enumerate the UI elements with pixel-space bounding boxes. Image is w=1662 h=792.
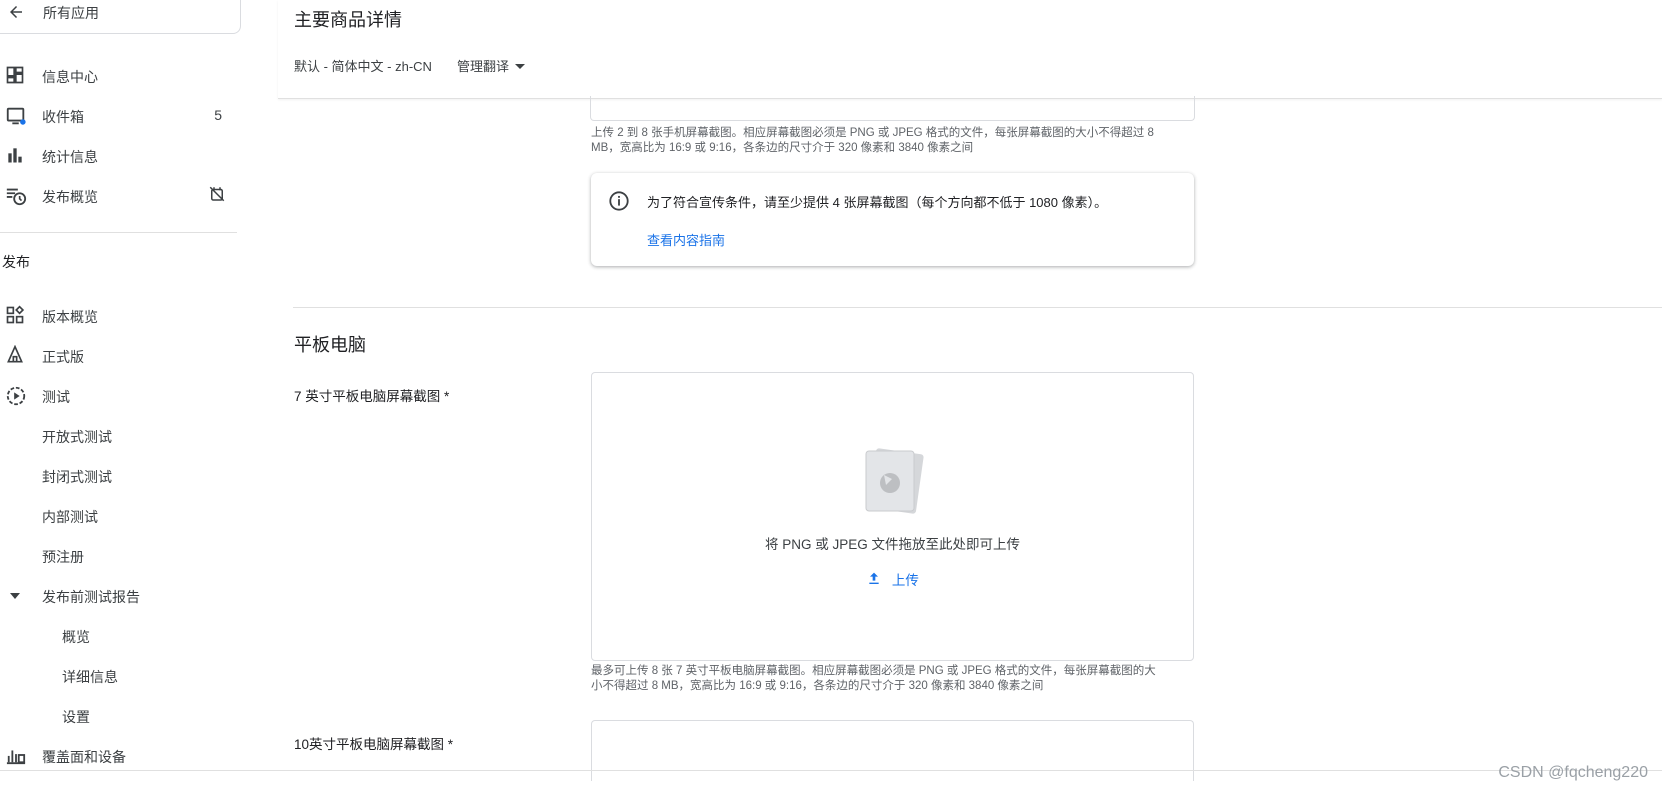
sidebar-item-pre-registration[interactable]: 预注册: [0, 537, 240, 573]
widgets-icon: [5, 305, 25, 325]
sidebar-item-label: 内部测试: [42, 509, 98, 525]
tablet-helper-line-1: 最多可上传 8 张 7 英寸平板电脑屏幕截图。相应屏幕截图必须是 PNG 或 J…: [591, 665, 1156, 677]
sidebar-item-label: 覆盖面和设备: [42, 749, 126, 765]
page-title: 主要商品详情: [294, 10, 402, 30]
sidebar-item-label: 发布概览: [42, 189, 98, 205]
sidebar-item-label: 预注册: [42, 549, 84, 565]
sidebar-item-release-overview[interactable]: 版本概览: [0, 297, 240, 333]
watermark: CSDN @fqcheng220: [1498, 764, 1648, 781]
sidebar-item-label: 发布前测试报告: [42, 589, 140, 605]
sidebar-item-label: 概览: [62, 629, 90, 645]
manage-translation-button[interactable]: 管理翻译: [457, 56, 526, 75]
viewport-bottom-border: [0, 770, 1662, 771]
reach-devices-icon: [5, 745, 26, 765]
sidebar-item-report-overview[interactable]: 概览: [0, 617, 240, 653]
content-guidelines-link[interactable]: 查看内容指南: [647, 230, 725, 249]
phone-helper-text: 上传 2 到 8 张手机屏幕截图。相应屏幕截图必须是 PNG 或 JPEG 格式…: [591, 126, 1154, 156]
phone-screenshot-dropzone[interactable]: [590, 96, 1195, 121]
publish-schedule-icon: [5, 185, 27, 206]
sidebar-item-dashboard[interactable]: 信息中心: [0, 57, 240, 93]
sidebar-item-internal-testing[interactable]: 内部测试: [0, 497, 240, 533]
promotion-info-message: 为了符合宣传条件，请至少提供 4 张屏幕截图（每个方向都不低于 1080 像素）…: [647, 195, 1108, 210]
upload-button[interactable]: 上传: [592, 569, 1193, 589]
sidebar-item-label: 详细信息: [62, 669, 118, 685]
bar-chart-icon: [5, 145, 25, 165]
sidebar-divider: [0, 232, 237, 233]
sidebar-item-label: 开放式测试: [42, 429, 112, 445]
tablet-section-title: 平板电脑: [294, 335, 366, 355]
sidebar-item-reach-and-devices[interactable]: 覆盖面和设备: [0, 737, 240, 773]
sidebar-item-label: 封闭式测试: [42, 469, 112, 485]
sidebar-item-label: 收件箱: [42, 109, 84, 125]
sidebar-item-report-settings[interactable]: 设置: [0, 697, 240, 733]
sidebar-item-production[interactable]: 正式版: [0, 337, 240, 373]
sidebar-item-label: 正式版: [42, 349, 84, 365]
sidebar-item-label: 版本概览: [42, 309, 98, 325]
page-header: 主要商品详情 默认 - 简体中文 - zh-CN 管理翻译: [278, 0, 1662, 99]
sidebar-item-statistics[interactable]: 统计信息: [0, 137, 240, 173]
tablet-10inch-label: 10英寸平板电脑屏幕截图 *: [294, 737, 454, 752]
manage-translation-label: 管理翻译: [457, 59, 510, 74]
phone-helper-line-2: MB，宽高比为 16:9 或 9:16，各条边的尺寸介于 320 像素和 384…: [591, 142, 974, 154]
release-section-heading: 发布: [2, 254, 30, 270]
all-apps-label: 所有应用: [43, 5, 99, 21]
dropdown-caret-icon: [515, 64, 526, 69]
chevron-down-icon: [9, 589, 29, 609]
tablet-7inch-label: 7 英寸平板电脑屏幕截图 *: [294, 389, 450, 404]
arrow-back-icon: [7, 3, 25, 26]
sidebar-item-label: 设置: [62, 709, 90, 725]
sidebar-item-label: 信息中心: [42, 69, 98, 85]
testing-icon: [5, 385, 26, 406]
image-placeholder-icon: [860, 445, 924, 522]
dropzone-instruction: 将 PNG 或 JPEG 文件拖放至此处即可上传: [764, 537, 1021, 552]
language-label: 默认 - 简体中文 - zh-CN: [294, 59, 432, 74]
upload-icon: [866, 572, 886, 589]
info-icon: [608, 190, 630, 217]
upload-label: 上传: [891, 573, 919, 588]
sidebar-item-inbox[interactable]: 收件箱 5: [0, 97, 240, 133]
sidebar-item-pre-launch-report[interactable]: 发布前测试报告: [0, 577, 240, 613]
tablet-helper-text: 最多可上传 8 张 7 英寸平板电脑屏幕截图。相应屏幕截图必须是 PNG 或 J…: [591, 664, 1156, 694]
production-icon: [5, 344, 25, 365]
sidebar: 所有应用 信息中心 收件箱 5 统计信息 发布概览 发布 版本概览 正式版 测试…: [0, 0, 241, 792]
sidebar-item-testing[interactable]: 测试: [0, 377, 240, 413]
inbox-count-badge: 5: [214, 107, 222, 123]
tablet-helper-line-2: 小不得超过 8 MB，宽高比为 16:9 或 9:16，各条边的尺寸介于 320…: [591, 680, 1044, 692]
section-divider: [293, 307, 1662, 308]
tablet-10inch-dropzone[interactable]: [591, 720, 1194, 781]
phone-helper-line-1: 上传 2 到 8 张手机屏幕截图。相应屏幕截图必须是 PNG 或 JPEG 格式…: [591, 127, 1154, 139]
tablet-7inch-dropzone[interactable]: 将 PNG 或 JPEG 文件拖放至此处即可上传 上传: [591, 372, 1194, 661]
inbox-icon: [5, 105, 26, 125]
all-apps-button[interactable]: 所有应用: [0, 0, 241, 34]
promotion-info-card: 为了符合宣传条件，请至少提供 4 张屏幕截图（每个方向都不低于 1080 像素）…: [591, 173, 1194, 266]
sidebar-item-open-testing[interactable]: 开放式测试: [0, 417, 240, 453]
dashboard-icon: [5, 65, 25, 85]
managed-publishing-off-icon: [208, 185, 226, 208]
sidebar-item-closed-testing[interactable]: 封闭式测试: [0, 457, 240, 493]
sidebar-item-report-details[interactable]: 详细信息: [0, 657, 240, 693]
sidebar-item-publishing-overview[interactable]: 发布概览: [0, 177, 240, 213]
sidebar-item-label: 统计信息: [42, 149, 98, 165]
sidebar-item-label: 测试: [42, 389, 70, 405]
